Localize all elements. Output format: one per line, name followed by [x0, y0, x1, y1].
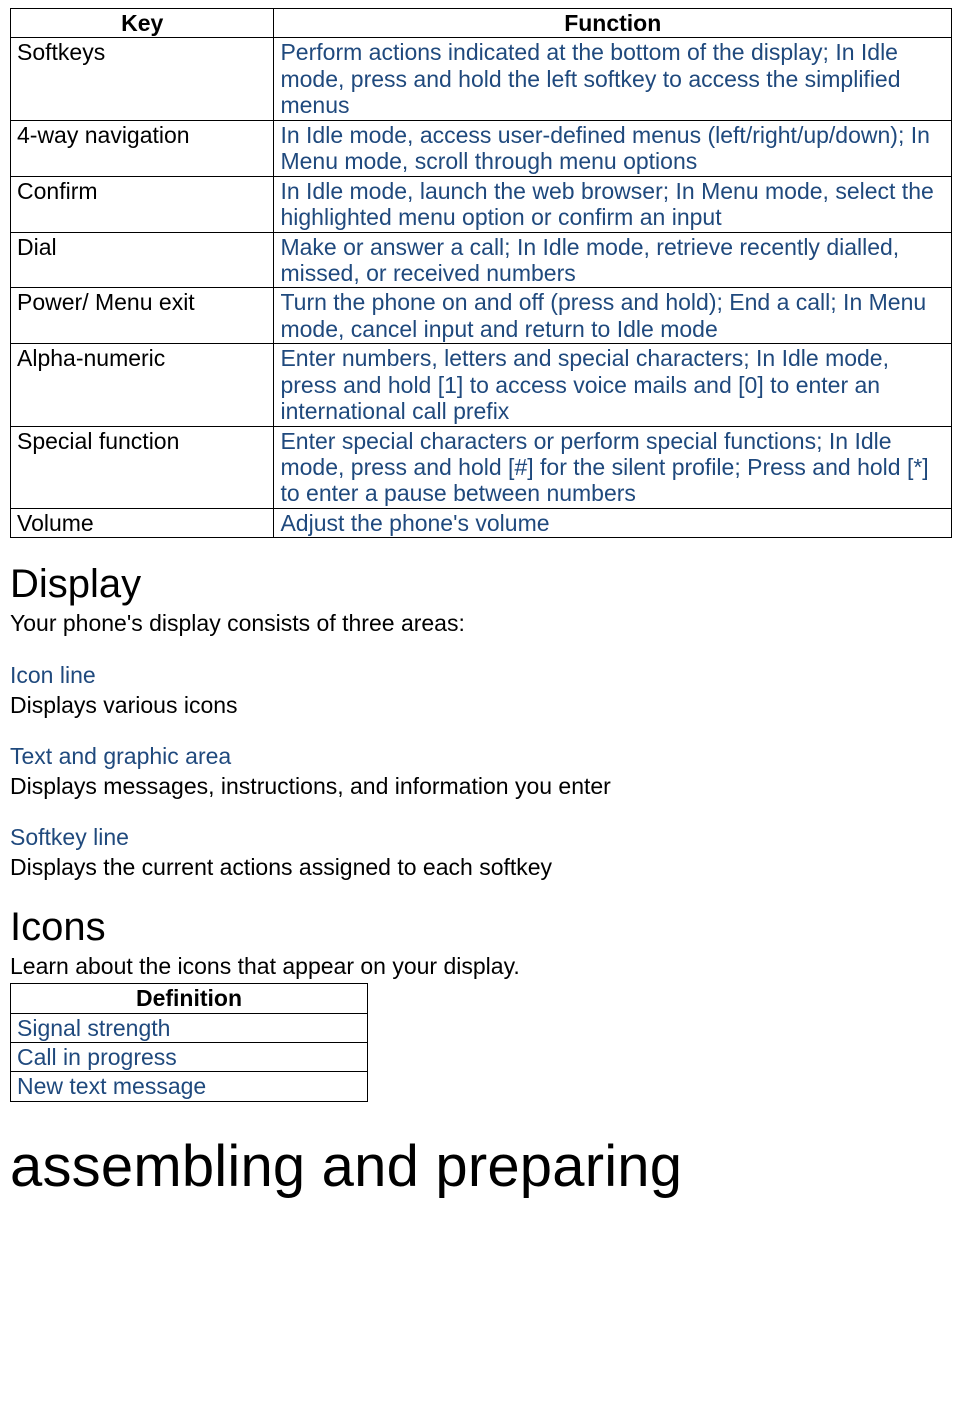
table-row: VolumeAdjust the phone's volume: [11, 508, 952, 537]
table-row: ConfirmIn Idle mode, launch the web brow…: [11, 176, 952, 232]
key-function: In Idle mode, access user-defined menus …: [274, 120, 952, 176]
definitions-table: Definition Signal strength Call in progr…: [10, 983, 368, 1102]
softkey-line-heading: Softkey line: [10, 824, 952, 852]
table-row: New text message: [11, 1072, 368, 1101]
assembling-heading: assembling and preparing: [10, 1132, 952, 1202]
key-name: Power/ Menu exit: [11, 288, 274, 344]
definition-item: Call in progress: [11, 1042, 368, 1071]
display-heading: Display: [10, 560, 952, 608]
table-row: Power/ Menu exitTurn the phone on and of…: [11, 288, 952, 344]
key-function: Turn the phone on and off (press and hol…: [274, 288, 952, 344]
softkey-line-desc: Displays the current actions assigned to…: [10, 854, 952, 882]
table-row: Call in progress: [11, 1042, 368, 1071]
text-area-desc: Displays messages, instructions, and inf…: [10, 773, 952, 801]
icons-intro: Learn about the icons that appear on you…: [10, 953, 952, 981]
key-name: Volume: [11, 508, 274, 537]
key-name: Confirm: [11, 176, 274, 232]
definition-item: Signal strength: [11, 1013, 368, 1042]
key-function: Perform actions indicated at the bottom …: [274, 38, 952, 120]
icon-line-desc: Displays various icons: [10, 692, 952, 720]
table-row: Alpha-numericEnter numbers, letters and …: [11, 344, 952, 426]
table-row: Special functionEnter special characters…: [11, 426, 952, 508]
table-row: DialMake or answer a call; In Idle mode,…: [11, 232, 952, 288]
key-name: Alpha-numeric: [11, 344, 274, 426]
key-function: Adjust the phone's volume: [274, 508, 952, 537]
key-function: Enter special characters or perform spec…: [274, 426, 952, 508]
key-name: Special function: [11, 426, 274, 508]
keys-header-key: Key: [11, 9, 274, 38]
definition-item: New text message: [11, 1072, 368, 1101]
text-area-heading: Text and graphic area: [10, 743, 952, 771]
key-name: Softkeys: [11, 38, 274, 120]
icons-heading: Icons: [10, 903, 952, 951]
defs-header: Definition: [11, 984, 368, 1013]
keys-table: Key Function SoftkeysPerform actions ind…: [10, 8, 952, 538]
table-row: SoftkeysPerform actions indicated at the…: [11, 38, 952, 120]
keys-header-function: Function: [274, 9, 952, 38]
key-function: Make or answer a call; In Idle mode, ret…: [274, 232, 952, 288]
key-function: In Idle mode, launch the web browser; In…: [274, 176, 952, 232]
key-function: Enter numbers, letters and special chara…: [274, 344, 952, 426]
display-intro: Your phone's display consists of three a…: [10, 610, 952, 638]
icon-line-heading: Icon line: [10, 662, 952, 690]
table-row: Signal strength: [11, 1013, 368, 1042]
table-row: 4-way navigationIn Idle mode, access use…: [11, 120, 952, 176]
key-name: Dial: [11, 232, 274, 288]
key-name: 4-way navigation: [11, 120, 274, 176]
